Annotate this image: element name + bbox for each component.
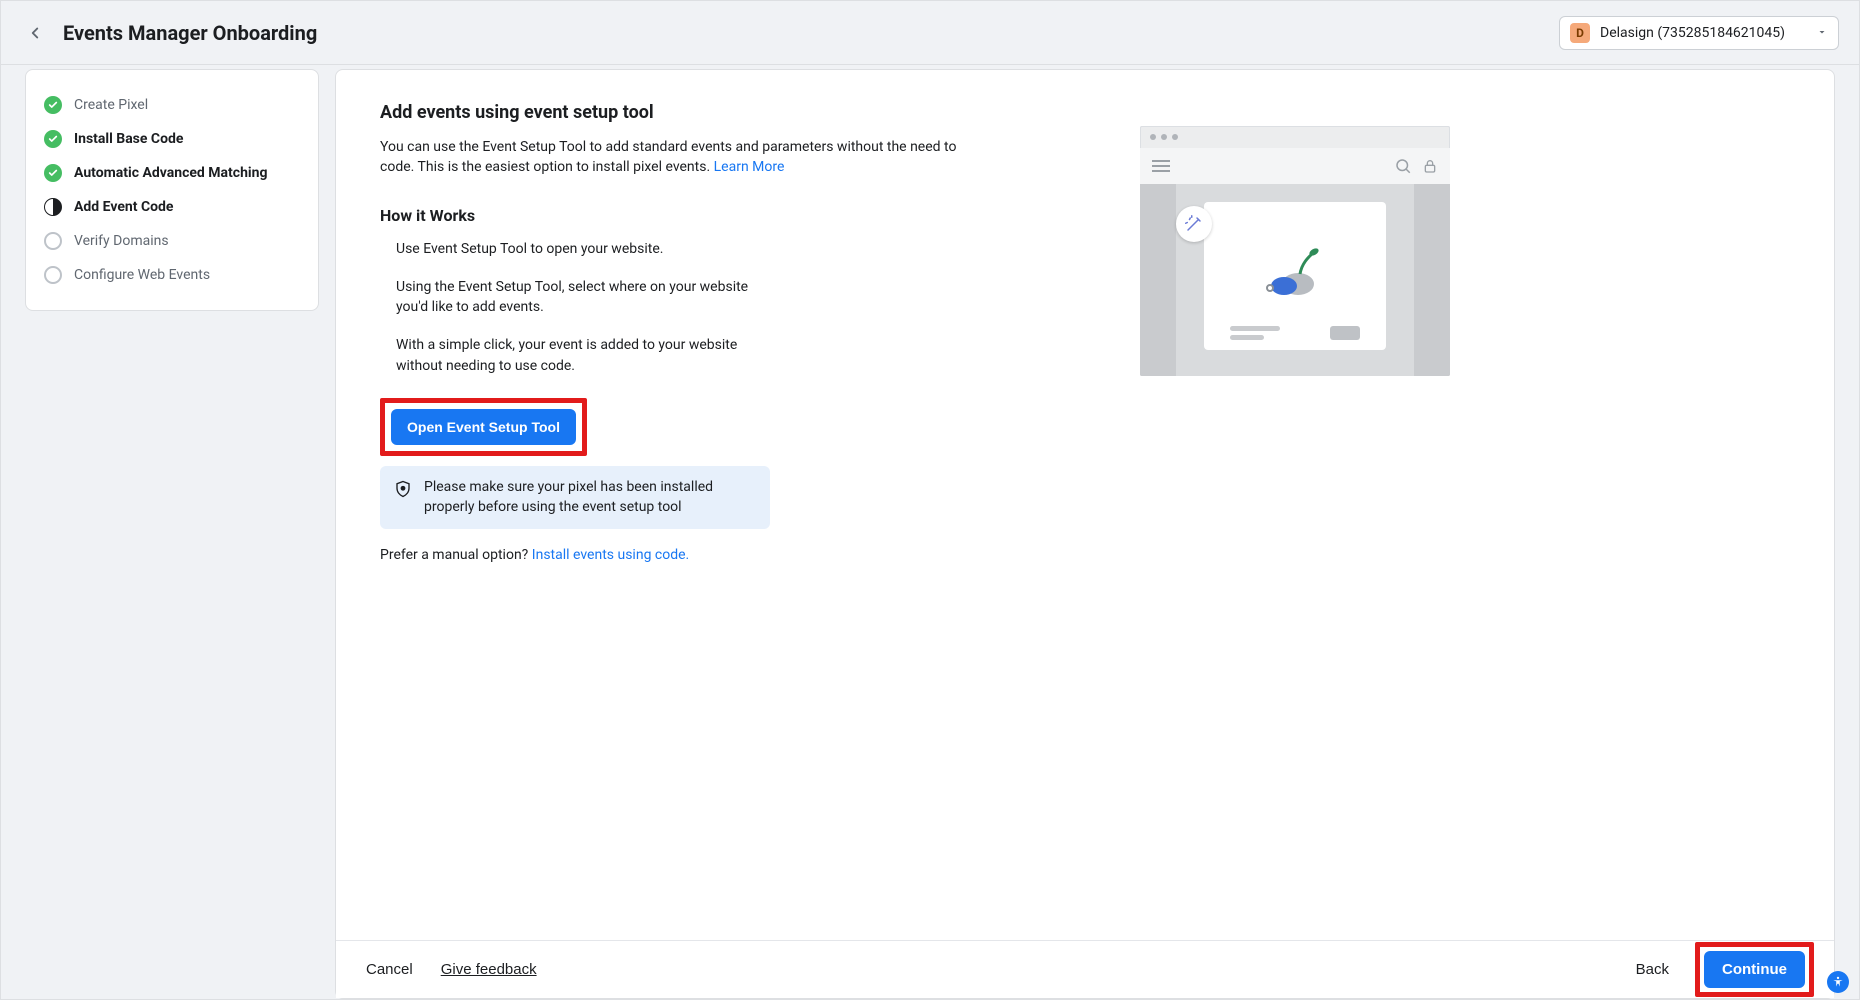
top-bar: Events Manager Onboarding D Delasign (73… bbox=[1, 1, 1859, 65]
browser-illustration bbox=[1140, 126, 1450, 376]
illus-side-right bbox=[1414, 184, 1450, 376]
install-events-code-link[interactable]: Install events using code. bbox=[532, 547, 689, 563]
illus-bottom-lines bbox=[1230, 326, 1360, 340]
cancel-button[interactable]: Cancel bbox=[356, 955, 423, 984]
account-name: Delasign (735285184621045) bbox=[1600, 25, 1785, 41]
step-label: Configure Web Events bbox=[74, 267, 210, 283]
step-advanced-matching[interactable]: Automatic Advanced Matching bbox=[44, 156, 300, 190]
section-heading: Add events using event setup tool bbox=[380, 102, 1020, 123]
hamburger-icon bbox=[1152, 157, 1170, 175]
account-badge: D bbox=[1570, 23, 1590, 43]
learn-more-link[interactable]: Learn More bbox=[714, 159, 785, 175]
illus-side-left bbox=[1140, 184, 1176, 376]
account-dropdown[interactable]: D Delasign (735285184621045) bbox=[1559, 16, 1839, 50]
highlight-open-tool: Open Event Setup Tool bbox=[380, 398, 587, 456]
how-it-works-heading: How it Works bbox=[380, 206, 1020, 225]
step-install-base-code[interactable]: Install Base Code bbox=[44, 122, 300, 156]
empty-circle-icon bbox=[44, 232, 62, 250]
back-button[interactable]: Back bbox=[1624, 955, 1681, 984]
app-root: Events Manager Onboarding D Delasign (73… bbox=[0, 0, 1860, 1000]
card-footer: Cancel Give feedback Back Continue bbox=[336, 940, 1834, 998]
plant-icon bbox=[1260, 238, 1330, 302]
how-step-2: Using the Event Setup Tool, select where… bbox=[396, 277, 776, 318]
continue-button[interactable]: Continue bbox=[1704, 951, 1805, 988]
step-label: Install Base Code bbox=[74, 131, 183, 147]
lead-body: You can use the Event Setup Tool to add … bbox=[380, 139, 956, 175]
notice-text: Please make sure your pixel has been ins… bbox=[424, 478, 756, 517]
body: Create Pixel Install Base Code Automatic… bbox=[1, 65, 1859, 999]
lock-icon bbox=[1422, 157, 1438, 175]
chevron-left-icon bbox=[26, 24, 44, 42]
prefer-prefix: Prefer a manual option? bbox=[380, 547, 532, 563]
step-label: Automatic Advanced Matching bbox=[74, 165, 267, 181]
placeholder-line bbox=[1230, 326, 1280, 331]
empty-circle-icon bbox=[44, 266, 62, 284]
step-create-pixel[interactable]: Create Pixel bbox=[44, 88, 300, 122]
check-icon bbox=[44, 130, 62, 148]
step-label: Create Pixel bbox=[74, 97, 148, 113]
how-step-3: With a simple click, your event is added… bbox=[396, 335, 776, 376]
step-add-event-code[interactable]: Add Event Code bbox=[44, 190, 300, 224]
steps-sidebar: Create Pixel Install Base Code Automatic… bbox=[25, 69, 319, 311]
search-icon bbox=[1394, 157, 1412, 175]
page-title: Events Manager Onboarding bbox=[63, 21, 317, 45]
step-label: Add Event Code bbox=[74, 199, 173, 215]
main-card: Add events using event setup tool You ca… bbox=[335, 69, 1835, 999]
accessibility-icon[interactable] bbox=[1827, 971, 1849, 993]
placeholder-line bbox=[1230, 335, 1264, 340]
placeholder-pill bbox=[1330, 326, 1360, 340]
half-circle-icon bbox=[44, 198, 62, 216]
shield-icon bbox=[394, 480, 412, 502]
lead-text: You can use the Event Setup Tool to add … bbox=[380, 137, 980, 178]
account-dropdown-left: D Delasign (735285184621045) bbox=[1570, 23, 1785, 43]
window-dots-icon bbox=[1150, 134, 1178, 140]
step-label: Verify Domains bbox=[74, 233, 169, 249]
step-verify-domains[interactable]: Verify Domains bbox=[44, 224, 300, 258]
illus-toolbar bbox=[1140, 148, 1450, 184]
illus-canvas bbox=[1204, 202, 1386, 350]
content-column: Add events using event setup tool You ca… bbox=[380, 102, 1020, 563]
prefer-manual: Prefer a manual option? Install events u… bbox=[380, 547, 1020, 563]
footer-left: Cancel Give feedback bbox=[356, 955, 537, 984]
wand-icon bbox=[1176, 206, 1212, 242]
back-icon-button[interactable] bbox=[21, 19, 49, 47]
highlight-continue: Continue bbox=[1695, 942, 1814, 997]
install-notice: Please make sure your pixel has been ins… bbox=[380, 466, 770, 529]
step-configure-web-events[interactable]: Configure Web Events bbox=[44, 258, 300, 292]
check-icon bbox=[44, 96, 62, 114]
top-bar-left: Events Manager Onboarding bbox=[21, 19, 317, 47]
how-step-1: Use Event Setup Tool to open your websit… bbox=[396, 239, 776, 259]
illustration-column bbox=[1140, 102, 1790, 563]
give-feedback-link[interactable]: Give feedback bbox=[441, 961, 537, 978]
illus-right-icons bbox=[1394, 157, 1438, 175]
caret-down-icon bbox=[1816, 23, 1828, 42]
check-icon bbox=[44, 164, 62, 182]
open-event-setup-tool-button[interactable]: Open Event Setup Tool bbox=[391, 409, 576, 445]
main-inner: Add events using event setup tool You ca… bbox=[336, 70, 1834, 643]
footer-right: Back Continue bbox=[1624, 942, 1814, 997]
illus-content bbox=[1140, 184, 1450, 376]
